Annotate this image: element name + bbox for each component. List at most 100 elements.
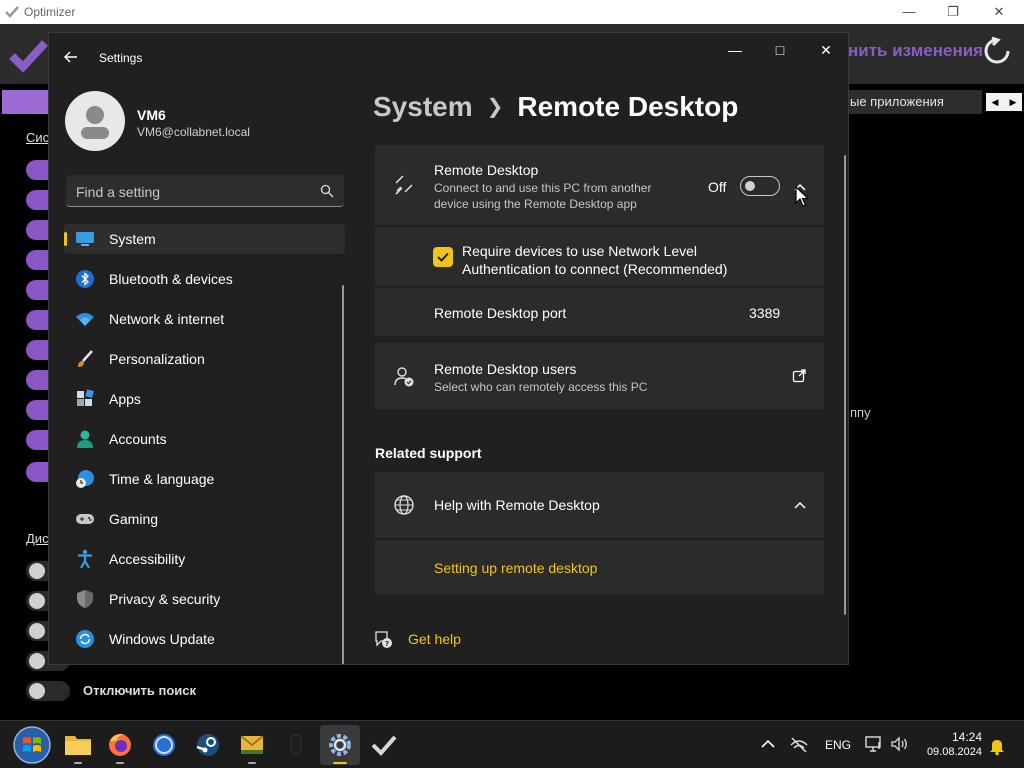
settings-titlebar: Settings — □ ✕ xyxy=(49,33,848,83)
update-icon xyxy=(76,630,94,648)
search-disable-toggle[interactable] xyxy=(26,681,70,701)
brush-icon xyxy=(78,350,93,367)
optimizer-active-tab[interactable] xyxy=(2,90,52,114)
optimizer-titlebar: Optimizer — ❐ ✕ xyxy=(0,0,1024,24)
nav-item-privacy[interactable]: Privacy & security xyxy=(64,584,345,614)
settings-gear-icon xyxy=(329,734,351,756)
search-icon[interactable] xyxy=(320,184,334,198)
notification-bell-icon[interactable] xyxy=(987,736,1007,756)
steam-icon xyxy=(196,734,219,756)
nav-item-windows-update[interactable]: Windows Update xyxy=(64,624,345,654)
nav-item-personalization[interactable]: Personalization xyxy=(64,344,345,374)
mouse-icon xyxy=(290,734,302,756)
globe-clock-icon xyxy=(76,470,94,488)
taskbar-firefox[interactable] xyxy=(100,725,140,765)
breadcrumb-parent[interactable]: System xyxy=(373,91,473,122)
optimizer-restore-button[interactable]: ❐ xyxy=(930,0,976,24)
remote-desktop-toggle[interactable] xyxy=(740,176,780,196)
taskbar-explorer[interactable] xyxy=(58,725,98,765)
minimize-button[interactable]: — xyxy=(712,33,758,67)
optimizer-section-link-2[interactable]: Дис xyxy=(26,531,49,546)
tray-overflow-chevron-icon[interactable] xyxy=(758,734,778,754)
network-disconnected-icon[interactable] xyxy=(789,734,809,754)
optimizer-section-link-1[interactable]: Сис xyxy=(26,130,49,145)
nav-item-label: Bluetooth & devices xyxy=(109,271,233,287)
globe-icon xyxy=(394,495,414,515)
taskbar-chrome[interactable] xyxy=(144,725,184,765)
close-button[interactable]: ✕ xyxy=(803,33,848,67)
main-scrollbar[interactable] xyxy=(844,155,846,615)
nav-item-network[interactable]: Network & internet xyxy=(64,304,345,334)
open-external-icon[interactable] xyxy=(792,369,806,383)
back-arrow-icon[interactable] xyxy=(63,49,79,65)
taskbar-mouse-app[interactable] xyxy=(276,725,316,765)
taskbar-steam[interactable] xyxy=(188,725,228,765)
setup-remote-desktop-link[interactable]: Setting up remote desktop xyxy=(434,560,597,576)
remote-desktop-title: Remote Desktop xyxy=(434,162,539,178)
optimizer-close-button[interactable]: ✕ xyxy=(976,0,1022,24)
tab-scroll-right-icon[interactable]: ▶ xyxy=(1004,93,1022,111)
nav-item-apps[interactable]: Apps xyxy=(64,384,345,414)
settings-title: Settings xyxy=(99,51,143,65)
remote-desktop-users-card[interactable]: Remote Desktop users Select who can remo… xyxy=(375,343,824,409)
clock-time[interactable]: 14:24 xyxy=(920,730,982,744)
clock-date[interactable]: 09.08.2024 xyxy=(910,746,982,758)
gamepad-icon xyxy=(76,514,94,524)
nla-checkbox[interactable] xyxy=(433,247,453,267)
nav-item-label: Privacy & security xyxy=(109,591,221,607)
nav-scrollbar[interactable] xyxy=(342,285,344,664)
optimizer-tab-label[interactable]: ые приложения xyxy=(850,94,944,109)
nav-item-label: Windows Update xyxy=(109,631,215,647)
person-icon xyxy=(81,106,109,139)
chevron-up-icon[interactable] xyxy=(793,498,807,512)
remote-desktop-icon xyxy=(395,175,413,195)
tab-scroll-left-icon[interactable]: ◀ xyxy=(986,93,1004,111)
running-indicator xyxy=(333,762,347,764)
active-indicator xyxy=(64,232,67,246)
apply-changes-button[interactable]: нить изменения xyxy=(848,41,983,61)
check-icon xyxy=(5,6,19,18)
language-indicator[interactable]: ENG xyxy=(825,738,851,752)
volume-icon[interactable] xyxy=(889,734,909,754)
breadcrumb: System ❯ Remote Desktop xyxy=(373,91,738,123)
nav-item-label: Time & language xyxy=(109,471,215,487)
nav-item-gaming[interactable]: Gaming xyxy=(64,504,345,534)
checkmark-icon xyxy=(437,252,449,262)
svg-text:?: ? xyxy=(385,640,389,648)
bluetooth-icon xyxy=(76,270,94,288)
nav-item-system[interactable]: System xyxy=(64,224,345,254)
optimizer-check-icon xyxy=(371,735,397,756)
accessibility-icon xyxy=(78,549,92,569)
display-icon[interactable] xyxy=(864,734,884,754)
mail-icon xyxy=(240,735,264,754)
windows-start-icon[interactable] xyxy=(12,725,52,765)
nav-item-bluetooth[interactable]: Bluetooth & devices xyxy=(64,264,345,294)
nav-item-time-language[interactable]: Time & language xyxy=(64,464,345,494)
remote-desktop-state: Off xyxy=(708,179,727,195)
nav-item-accounts[interactable]: Accounts xyxy=(64,424,345,454)
taskbar-optimizer[interactable] xyxy=(364,725,404,765)
apps-icon xyxy=(77,389,94,406)
wifi-icon xyxy=(76,313,94,326)
remote-desktop-card[interactable]: Remote Desktop Connect to and use this P… xyxy=(375,145,824,225)
help-links-panel: Setting up remote desktop xyxy=(375,540,824,594)
port-row: Remote Desktop port 3389 xyxy=(375,288,824,336)
mouse-cursor-icon xyxy=(795,186,809,207)
shield-icon xyxy=(77,590,93,608)
help-title: Help with Remote Desktop xyxy=(434,497,600,513)
nla-row[interactable]: Require devices to use Network Level Aut… xyxy=(375,227,824,286)
taskbar-mail[interactable] xyxy=(232,725,272,765)
maximize-button[interactable]: □ xyxy=(757,33,803,67)
chevron-right-icon: ❯ xyxy=(486,96,504,118)
optimizer-minimize-button[interactable]: — xyxy=(886,0,932,24)
avatar[interactable] xyxy=(65,91,125,151)
settings-search-input[interactable]: Find a setting xyxy=(66,175,344,207)
remote-desktop-description: Connect to and use this PC from another … xyxy=(434,181,652,211)
taskbar-settings[interactable] xyxy=(320,725,360,765)
help-remote-desktop-card[interactable]: Help with Remote Desktop xyxy=(375,472,824,538)
nav-item-label: Apps xyxy=(109,391,141,407)
nav-item-label: Accessibility xyxy=(109,551,186,567)
search-disable-label: Отключить поиск xyxy=(83,683,197,698)
nav-item-accessibility[interactable]: Accessibility xyxy=(64,544,345,574)
refresh-icon[interactable] xyxy=(982,36,1012,66)
